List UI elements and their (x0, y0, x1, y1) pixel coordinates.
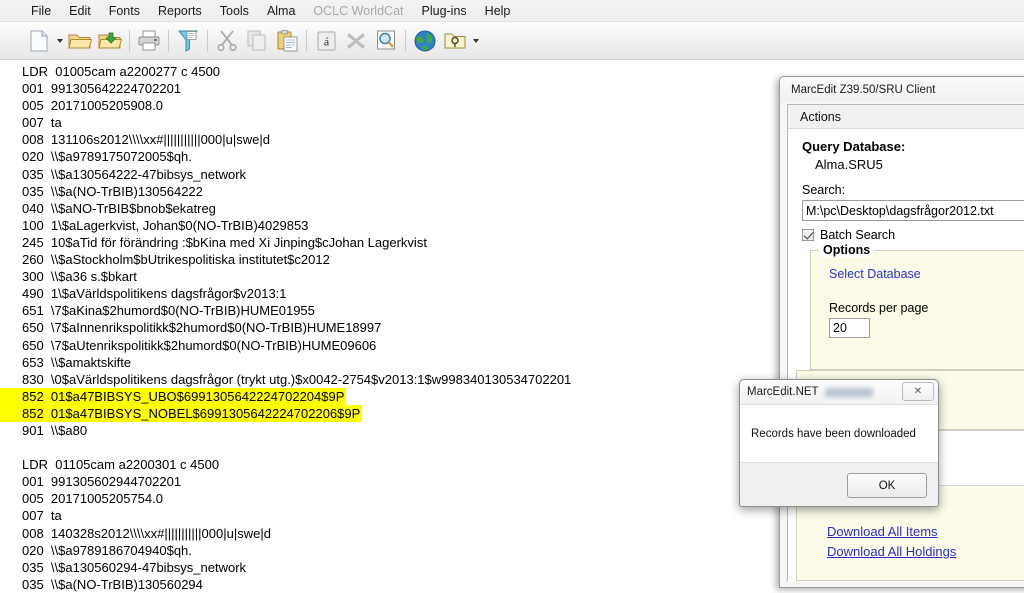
z3950-actions-label: Actions (800, 109, 841, 124)
batch-search-row[interactable]: Batch Search (802, 228, 1024, 242)
z3950-title-bar: MarcEdit Z39.50/SRU Client (780, 77, 1024, 102)
dialog-footer: OK (740, 462, 938, 506)
save-folder-icon[interactable] (95, 26, 125, 56)
records-per-page-input[interactable] (829, 318, 870, 338)
marc-line-highlighted[interactable]: 852 01$a47BIBSYS_UBO$6991305642224702204… (0, 387, 347, 405)
validate-dropdown-caret[interactable] (470, 26, 481, 56)
query-database-label: Query Database: (802, 139, 906, 154)
dialog-body: Records have been downloaded (740, 404, 938, 462)
validate-folder-icon[interactable] (440, 26, 470, 56)
z3950-window-title: MarcEdit Z39.50/SRU Client (791, 83, 936, 96)
download-all-holdings-link[interactable]: Download All Holdings (827, 544, 1024, 559)
z3950-body: Actions Query Database: Alma.SRU5 Search… (787, 104, 1024, 582)
query-database-value: Alma.SRU5 (815, 157, 883, 172)
search-input[interactable] (802, 200, 1024, 221)
globe-icon[interactable] (410, 26, 440, 56)
toolbar-separator (306, 29, 307, 52)
z3950-sru-client-window: MarcEdit Z39.50/SRU Client Actions Query… (779, 76, 1024, 588)
dialog-title-redacted-region (824, 387, 873, 397)
z3950-content: Query Database: Alma.SRU5 Search: Batch … (788, 129, 1024, 370)
menu-edit[interactable]: Edit (60, 2, 100, 20)
menu-fonts[interactable]: Fonts (100, 2, 149, 20)
toolbar-separator (129, 29, 130, 52)
menu-help[interactable]: Help (476, 2, 520, 20)
options-group: Options Select Database Records per page (810, 243, 1024, 370)
menu-oclc-worldcat: OCLC WorldCat (313, 3, 404, 18)
dialog-message: Records have been downloaded (751, 427, 916, 440)
marc-line-highlighted[interactable]: 852 01$a47BIBSYS_NOBEL$69913056422247022… (0, 404, 363, 422)
batch-search-checkbox[interactable] (802, 229, 814, 241)
menu-bar: File Edit Fonts Reports Tools Alma OCLC WorldC… (0, 0, 1024, 22)
svg-text:á: á (323, 34, 329, 48)
records-per-page-label: Records per page (829, 301, 929, 315)
dialog-title-bar: MarcEdit.NET ✕ (740, 380, 938, 404)
select-database-link[interactable]: Select Database (829, 267, 921, 281)
close-icon[interactable]: ✕ (902, 382, 934, 401)
options-group-title: Options (819, 243, 875, 257)
download-all-items-link[interactable]: Download All Items (827, 524, 1024, 539)
new-document-icon[interactable] (24, 26, 54, 56)
ok-button[interactable]: OK (847, 473, 927, 498)
menu-file[interactable]: File (22, 2, 60, 20)
toolbar-separator (207, 29, 208, 52)
toolbar: á (0, 22, 1024, 60)
menu-plugins[interactable]: Plug-ins (413, 2, 476, 20)
print-icon[interactable] (134, 26, 164, 56)
batch-search-label: Batch Search (820, 228, 896, 242)
records-downloaded-dialog: MarcEdit.NET ✕ Records have been downloa… (739, 379, 939, 507)
menu-alma[interactable]: Alma (258, 2, 304, 20)
dialog-title: MarcEdit.NET (747, 386, 819, 398)
find-magnifier-icon[interactable] (371, 26, 401, 56)
z3950-actions-menu[interactable]: Actions (788, 105, 1024, 129)
marc-tools-icon[interactable] (173, 26, 203, 56)
special-char-icon[interactable]: á (311, 26, 341, 56)
menu-reports[interactable]: Reports (149, 2, 211, 20)
marcedit-application-window: File Edit Fonts Reports Tools Alma OCLC WorldC… (0, 0, 1024, 593)
toolbar-separator (405, 29, 406, 52)
cut-scissors-icon[interactable] (212, 26, 242, 56)
new-document-dropdown-caret[interactable] (54, 26, 65, 56)
open-folder-icon[interactable] (65, 26, 95, 56)
search-label: Search: (802, 183, 846, 197)
delete-x-icon[interactable] (341, 26, 371, 56)
copy-icon[interactable] (242, 26, 272, 56)
menu-tools[interactable]: Tools (211, 2, 258, 20)
paste-icon[interactable] (272, 26, 302, 56)
toolbar-separator (168, 29, 169, 52)
